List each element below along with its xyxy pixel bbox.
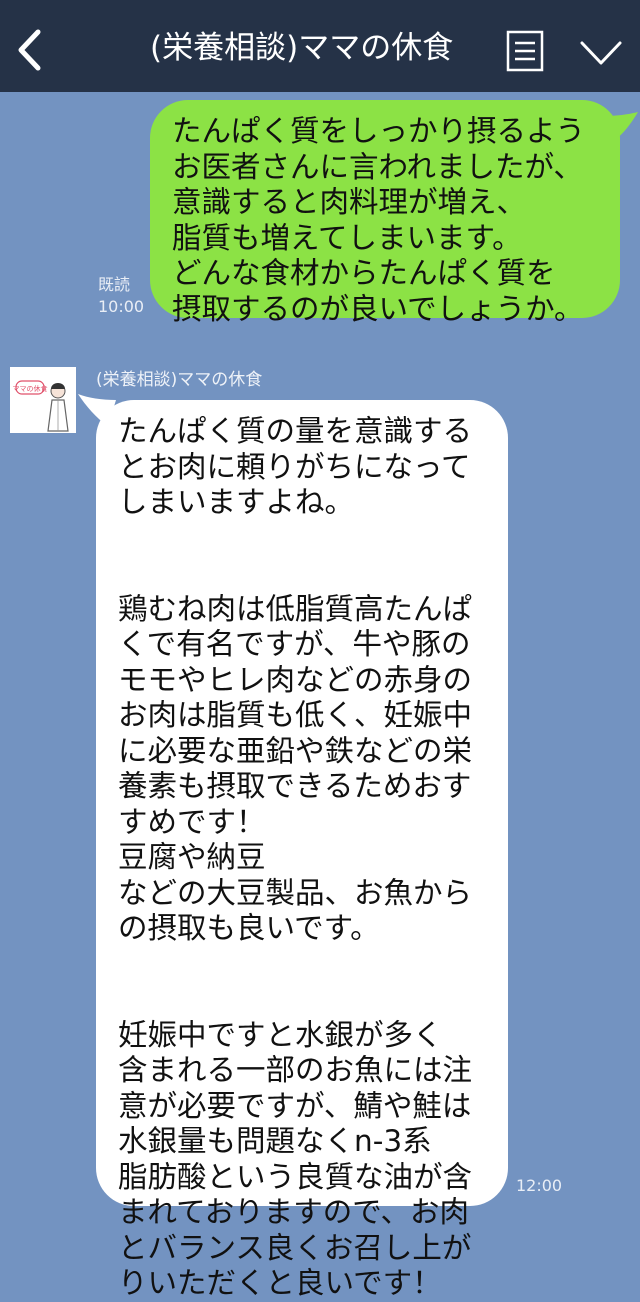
received-message-bubble[interactable]: たんぱく質の量を意識する とお肉に頼りがちになって しまいますよね。 鶏むね肉は… bbox=[96, 400, 508, 1300]
chat-header: (栄養相談)ママの休食 bbox=[0, 0, 640, 92]
menu-icon[interactable] bbox=[506, 30, 544, 72]
chat-title: (栄養相談)ママの休食 bbox=[150, 30, 454, 66]
chevron-down-icon[interactable] bbox=[578, 36, 624, 70]
sent-message-bubble[interactable]: たんぱく質をしっかり摂るよう お医者さんに言われましたが、 意識すると肉料理が増… bbox=[150, 100, 620, 326]
back-icon[interactable] bbox=[14, 28, 44, 72]
avatar[interactable]: ママの休食 bbox=[10, 367, 76, 433]
read-receipt: 既読 10:00 bbox=[98, 274, 144, 318]
avatar-image: ママの休食 bbox=[10, 367, 76, 433]
sent-time: 10:00 bbox=[98, 297, 145, 316]
read-label: 既読 bbox=[98, 275, 131, 294]
sender-name: (栄養相談)ママの休食 bbox=[96, 370, 263, 390]
received-time: 12:00 bbox=[516, 1176, 563, 1195]
avatar-logo-text: ママの休食 bbox=[13, 384, 48, 393]
